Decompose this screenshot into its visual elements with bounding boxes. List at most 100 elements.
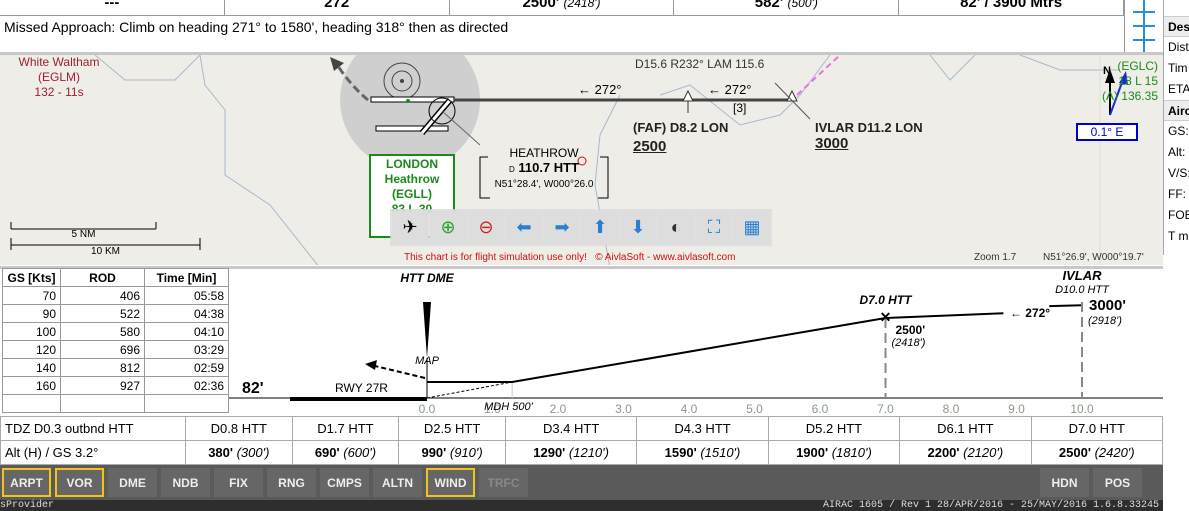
- dme-distance-cell: D5.2 HTT: [767, 416, 901, 441]
- distance-tick: 3.0: [615, 402, 632, 416]
- hdn-button[interactable]: HDN: [1040, 468, 1089, 497]
- ivlar-fix-icon: [786, 89, 798, 102]
- leg-distance: [3]: [733, 101, 747, 115]
- table-cell: 927: [60, 376, 145, 395]
- course-label: ← 272°: [708, 82, 752, 97]
- table-cell: 696: [60, 340, 145, 359]
- layers-icon[interactable]: ▦: [734, 211, 770, 244]
- arrow-right-icon[interactable]: ➡: [544, 211, 580, 244]
- faf-label[interactable]: (FAF) D8.2 LON: [633, 120, 728, 135]
- altitude-cell: 2200' (2120'): [899, 440, 1032, 465]
- table-cell: 70: [2, 286, 61, 305]
- airplane-icon[interactable]: ✈: [392, 211, 428, 244]
- dme-station-icon: [423, 302, 431, 358]
- descent-path: [427, 304, 1083, 383]
- table-cell: 05:58: [144, 286, 229, 305]
- panel-field-label: FOB: [1168, 208, 1189, 222]
- layer-button-cmps[interactable]: CMPS: [320, 468, 369, 497]
- fix-d7-altitude: 2500': [896, 323, 926, 337]
- distance-tick: 5.0: [746, 402, 763, 416]
- zoom-in-icon[interactable]: ⊕: [430, 211, 466, 244]
- altitude-cell: 380' (300'): [185, 440, 293, 465]
- ivlar-height: (2918'): [1088, 315, 1122, 327]
- column-header: GS [Kts]: [2, 268, 61, 287]
- table-cell: [144, 394, 229, 413]
- fix-marker-icon: ✕: [880, 309, 892, 325]
- dme-distance-cell: D1.7 HTT: [291, 416, 400, 441]
- faf-altitude: 2500: [633, 138, 667, 155]
- table-row: 160 927 02:36: [2, 376, 229, 395]
- scale-km: 10 KM: [91, 246, 120, 257]
- altitude-cell: 1900' (1810'): [767, 440, 901, 465]
- panel-field-label: ETA: [1168, 82, 1189, 96]
- panel-field-label: GS:: [1168, 124, 1189, 138]
- north-label: N: [1103, 65, 1111, 77]
- fix-d7-height: (2418'): [892, 337, 926, 349]
- table-cell: 90: [2, 304, 61, 323]
- white-waltham-label[interactable]: White Waltham (EGLM) 132 - 11s: [14, 55, 104, 100]
- status-bar: sProvider AIRAC 1605 / Rev 1 28/APR/2016…: [0, 500, 1163, 511]
- table-row: 120 696 03:29: [2, 340, 229, 359]
- ivlar-dme: D10.0 HTT: [1055, 284, 1110, 296]
- table-cell: 02:36: [144, 376, 229, 395]
- pos-button[interactable]: POS: [1093, 468, 1142, 497]
- table-row: 100 580 04:10: [2, 322, 229, 341]
- day-night-icon[interactable]: ◐: [658, 211, 694, 244]
- runway-27l: [375, 125, 449, 132]
- panel-field-label: FF:: [1168, 187, 1186, 201]
- layer-button-dme[interactable]: DME: [108, 468, 157, 497]
- layer-button-vor[interactable]: VOR: [55, 468, 104, 497]
- table-cell: [2, 394, 61, 413]
- arrow-up-icon[interactable]: ⬆: [582, 211, 618, 244]
- table-cell: 522: [60, 304, 145, 323]
- airport-area: [340, 55, 480, 170]
- vertical-scale-widget[interactable]: [1124, 0, 1163, 52]
- zoom-out-icon[interactable]: ⊖: [468, 211, 504, 244]
- layer-button-bar: ARPT VOR DME NDB FIX RNG CMPS ALTN WIND TRFC: [0, 465, 1163, 500]
- heathrow-vor-label[interactable]: HEATHROW D 110.7 HTT N51°28.4', W000°26.…: [480, 146, 608, 190]
- table-row: 90 522 04:38: [2, 304, 229, 323]
- layer-button-rng[interactable]: RNG: [267, 468, 316, 497]
- ivlar-altitude: 3000': [1089, 297, 1126, 314]
- disclaimer: This chart is for flight simulation use …: [404, 252, 736, 263]
- panel-field-label: T m: [1168, 229, 1189, 243]
- fit-icon[interactable]: ⛶: [696, 211, 732, 244]
- approach-info-row: --- 272 2500' (2418') 582' (500') 82' / …: [0, 0, 1124, 16]
- dme-distance-cell: D6.1 HTT: [899, 416, 1032, 441]
- distance-tick: 9.0: [1008, 402, 1025, 416]
- panel-field-label: Alt:: [1168, 145, 1186, 159]
- distance-tick: 2.0: [550, 402, 567, 416]
- missed-approach-path: [374, 365, 426, 379]
- dme-distance-cell: D4.3 HTT: [636, 416, 769, 441]
- layer-button-arpt[interactable]: ARPT: [2, 468, 51, 497]
- course-label: ← 272°: [578, 82, 622, 97]
- altitude-cell: 2500' (2420'): [1030, 440, 1164, 465]
- arrow-down-icon[interactable]: ⬇: [620, 211, 656, 244]
- table-cell: 140: [2, 358, 61, 377]
- table-cell: 03:29: [144, 340, 229, 359]
- map-label: MAP: [415, 355, 440, 367]
- dme-distance-cell: D7.0 HTT: [1030, 416, 1164, 441]
- layer-button-wind[interactable]: WIND: [426, 468, 475, 497]
- layer-button-altn[interactable]: ALTN: [373, 468, 422, 497]
- altitude-cell: 690' (600'): [291, 440, 400, 465]
- alt-gs-label: Alt (H) / GS 3.2°: [0, 440, 186, 465]
- layer-button-ndb[interactable]: NDB: [161, 468, 210, 497]
- arrow-left-icon[interactable]: ⬅: [506, 211, 542, 244]
- panel-field-label: V/S:: [1168, 166, 1189, 180]
- dme-distance-cell: D2.5 HTT: [398, 416, 506, 441]
- distance-tick: 0.0: [419, 402, 436, 416]
- lam-radial-label: D15.6 R232° LAM 115.6: [635, 57, 765, 71]
- altitude-cell: 1290' (1210'): [504, 440, 638, 465]
- table-cell: 580: [60, 322, 145, 341]
- tdz-altitude: 82': [242, 380, 264, 397]
- ivlar-label[interactable]: IVLAR D11.2 LON: [815, 120, 923, 135]
- ivlar-altitude: 3000: [815, 135, 849, 152]
- layer-button-fix[interactable]: FIX: [214, 468, 263, 497]
- glideslope-table: TDZ D0.3 outbnd HTT D0.8 HTT D1.7 HTT D2.5 …: [0, 416, 1164, 465]
- table-cell: 160: [2, 376, 61, 395]
- distance-tick: 7.0: [877, 402, 894, 416]
- faf-fix-icon: [682, 89, 694, 102]
- layer-button-trfc[interactable]: TRFC: [479, 468, 528, 497]
- table-cell: 406: [60, 286, 145, 305]
